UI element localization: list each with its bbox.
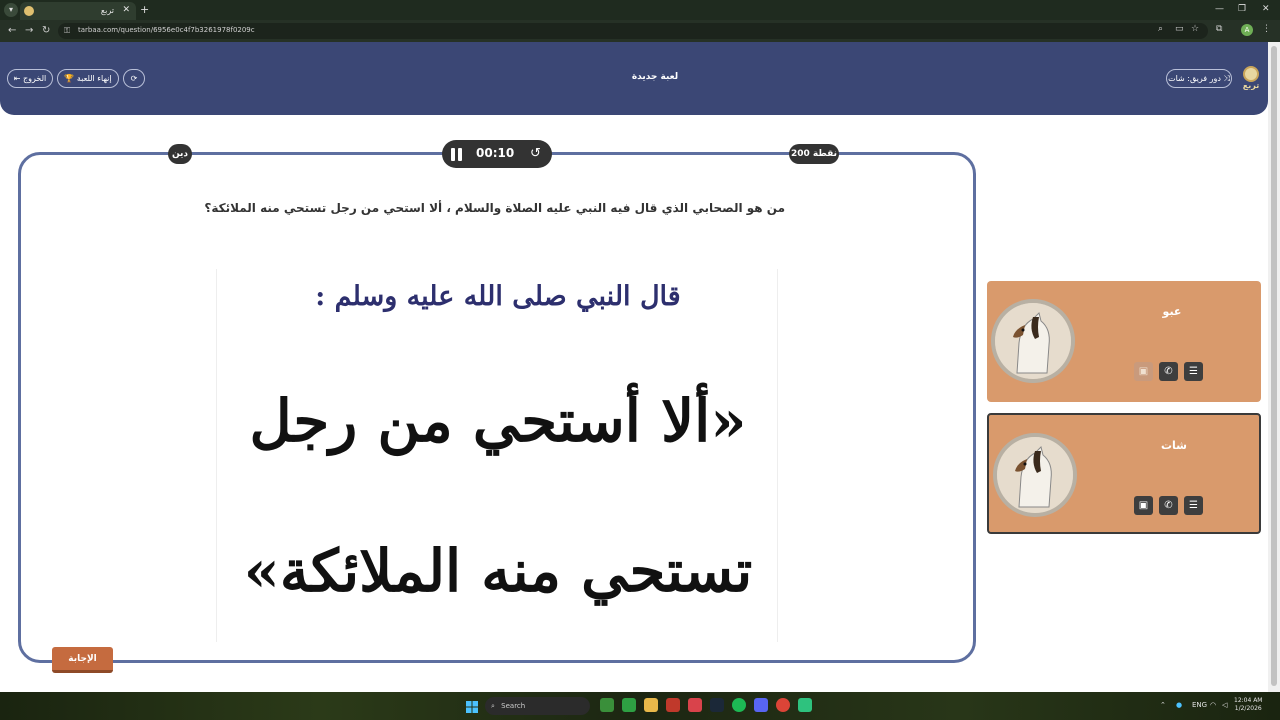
pause-icon[interactable] (451, 148, 463, 161)
trophy-icon: 🏆 (64, 74, 75, 83)
page-scrollbar[interactable] (1268, 42, 1280, 692)
category-badge: دين (168, 144, 192, 164)
taskbar-clock[interactable]: 12:04 AM 1/2/2026 (1234, 697, 1262, 713)
microphone-icon[interactable]: ● (1176, 701, 1182, 709)
cast-icon[interactable]: ▭ (1175, 24, 1184, 34)
lock-icon[interactable]: ⚿ (64, 26, 73, 35)
folder-icon[interactable] (644, 698, 658, 712)
tab-favicon-icon (24, 6, 34, 16)
team-turn-button[interactable]: دور فريق: شات ⤨ (1166, 69, 1232, 88)
team-card-active: شات ▣ ✆ ☰ (987, 413, 1261, 534)
camera-icon[interactable]: ▣ (1134, 362, 1153, 381)
timer: 00:10 ↺ (442, 140, 552, 168)
page-title: لعبة جديدة (631, 72, 679, 82)
exit-label: الخروج (22, 74, 47, 83)
language-indicator[interactable]: ENG (1192, 701, 1207, 709)
phone-icon[interactable]: ✆ (1159, 496, 1178, 515)
clock-time: 12:04 AM (1234, 697, 1263, 704)
history-icon[interactable]: ↺ (530, 146, 541, 161)
team-avatar (991, 299, 1075, 383)
image-quote-line2: تستحي منه الملائكة» (243, 537, 753, 605)
team-card: عبو ▣ ✆ ☰ (987, 281, 1261, 402)
team-avatar (993, 433, 1077, 517)
reload-icon[interactable]: ↻ (42, 25, 50, 36)
search-icon: ⌕ (491, 702, 495, 710)
address-bar: ← → ↻ ⚿ tarbaa.com/question/6956e0c4f7b3… (0, 20, 1280, 42)
horse-icon (997, 437, 1073, 513)
refresh-button[interactable]: ⟳ (123, 69, 145, 88)
points-badge: 200 نقطة (789, 144, 839, 164)
camera-icon[interactable]: ▣ (1134, 496, 1153, 515)
window-close-icon[interactable]: ✕ (1262, 4, 1270, 14)
logo-text: تربع (1242, 81, 1260, 90)
new-tab-button[interactable]: + (140, 3, 149, 16)
url-text: tarbaa.com/question/6956e0c4f7b3261978f0… (78, 26, 255, 34)
team-name: عبو (1162, 305, 1182, 318)
steam-icon[interactable] (710, 698, 724, 712)
url-field[interactable]: ⚿ tarbaa.com/question/6956e0c4f7b3261978… (58, 23, 1208, 39)
chevron-up-icon[interactable]: ⌃ (1160, 701, 1166, 709)
spotify-icon[interactable] (732, 698, 746, 712)
image-heading: قال النبي صلى الله عليه وسلم : (315, 281, 681, 312)
refresh-icon: ⟳ (130, 74, 138, 83)
question-text: من هو الصحابي الذي قال فيه النبي عليه ال… (204, 201, 785, 215)
xbox-icon[interactable] (622, 698, 636, 712)
profile-avatar[interactable]: A (1241, 24, 1253, 36)
clock-date: 1/2/2026 (1234, 705, 1262, 712)
close-icon[interactable]: ✕ (122, 5, 130, 15)
turn-label: دور فريق: شات (1168, 74, 1221, 83)
list-icon[interactable]: ☰ (1184, 496, 1203, 515)
team-name: شات (1160, 439, 1187, 452)
taskbar (0, 692, 1280, 720)
discord-icon[interactable] (754, 698, 768, 712)
back-icon[interactable]: ← (8, 25, 16, 36)
end-game-label: إنهاء اللعبة (76, 74, 112, 83)
star-icon[interactable]: ☆ (1191, 24, 1199, 34)
extensions-icon[interactable]: ⧉ (1216, 24, 1222, 34)
forward-icon[interactable]: → (25, 25, 33, 36)
browser-tab-strip: ▾ تربع ✕ + — ❐ ✕ (0, 0, 1280, 20)
site-logo[interactable]: تربع (1240, 66, 1262, 92)
phone-icon[interactable]: ✆ (1159, 362, 1178, 381)
maximize-icon[interactable]: ❐ (1238, 4, 1246, 14)
app-icon[interactable] (688, 698, 702, 712)
timer-value: 00:10 (476, 146, 515, 160)
tab-title: تربع (100, 6, 114, 15)
app-icon[interactable] (798, 698, 812, 712)
tab-search-icon[interactable]: ▾ (4, 3, 18, 17)
chrome-icon[interactable] (776, 698, 790, 712)
exit-button[interactable]: ⇤ الخروج (7, 69, 53, 88)
shuffle-icon: ⤨ (1223, 74, 1230, 83)
taskbar-search-label: Search (501, 702, 526, 710)
search-icon[interactable]: ⌕ (1158, 24, 1163, 34)
more-icon[interactable]: ⋮ (1262, 24, 1271, 34)
browser-tab[interactable]: تربع ✕ (20, 2, 136, 20)
logout-icon: ⇤ (13, 74, 21, 83)
minimize-icon[interactable]: — (1215, 4, 1224, 14)
logo-crest-icon (1243, 66, 1259, 82)
question-image: قال النبي صلى الله عليه وسلم : «ألا أستح… (216, 269, 778, 642)
app-icon[interactable] (600, 698, 614, 712)
volume-icon[interactable]: ◁ (1222, 701, 1227, 709)
opera-icon[interactable] (666, 698, 680, 712)
taskbar-search[interactable]: ⌕ Search (485, 697, 590, 715)
windows-icon[interactable] (466, 698, 478, 713)
wifi-icon[interactable]: ◠ (1210, 701, 1216, 709)
image-quote-line1: «ألا أستحي من رجل (249, 387, 747, 455)
answer-button[interactable]: الإجابة (52, 647, 113, 673)
end-game-button[interactable]: 🏆 إنهاء اللعبة (57, 69, 119, 88)
horse-icon (995, 303, 1071, 379)
scrollbar-thumb[interactable] (1271, 46, 1277, 686)
list-icon[interactable]: ☰ (1184, 362, 1203, 381)
